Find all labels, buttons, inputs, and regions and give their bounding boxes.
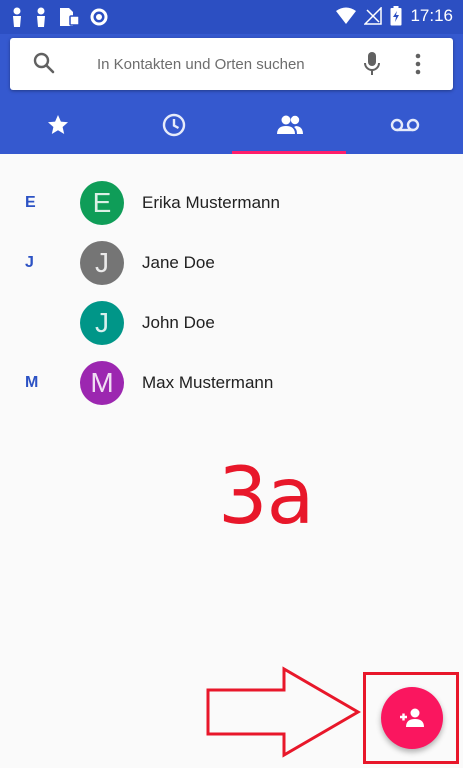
app-bar: In Kontakten und Orten suchen — [0, 34, 463, 154]
more-vert-icon[interactable] — [414, 53, 422, 75]
no-signal-icon — [364, 7, 383, 25]
section-letter: J — [25, 254, 34, 271]
sim-icon — [60, 8, 80, 26]
avatar-initial: M — [90, 367, 114, 398]
person-icon — [13, 7, 21, 27]
avatar-initial: E — [92, 187, 112, 218]
mic-icon[interactable] — [362, 51, 382, 77]
section-letter: E — [25, 194, 36, 211]
search-input[interactable]: In Kontakten und Orten suchen — [97, 56, 305, 73]
avatar[interactable]: M — [80, 361, 124, 405]
sync-icon — [90, 8, 108, 26]
avatar-initial: J — [95, 247, 109, 278]
status-bar: 17:16 — [0, 0, 463, 34]
voicemail-icon — [390, 118, 419, 132]
contact-name[interactable]: Erika Mustermann — [142, 193, 280, 213]
contacts-icon — [276, 115, 303, 134]
annotation-label: 3a — [218, 452, 314, 542]
tab-bar — [0, 96, 463, 154]
tab-recents[interactable] — [116, 96, 231, 154]
person-icon — [37, 7, 45, 27]
status-bar-left-icons — [10, 7, 108, 27]
avatar[interactable]: J — [80, 301, 124, 345]
list-item[interactable]: J John Doe — [0, 293, 463, 353]
battery-charging-icon — [390, 6, 402, 26]
annotation-arrow — [206, 666, 361, 758]
contact-name[interactable]: Jane Doe — [142, 253, 215, 273]
contact-name[interactable]: Max Mustermann — [142, 373, 273, 393]
search-icon[interactable] — [32, 51, 56, 75]
status-bar-right-icons: 17:16 — [336, 6, 453, 26]
selected-tab-indicator — [232, 151, 346, 154]
add-contact-button[interactable] — [381, 687, 443, 749]
avatar-initial: J — [95, 307, 109, 338]
search-box[interactable]: In Kontakten und Orten suchen — [10, 38, 453, 90]
list-item[interactable]: M M Max Mustermann — [0, 353, 463, 413]
star-icon — [47, 115, 68, 134]
wifi-icon — [336, 7, 357, 24]
avatar[interactable]: J — [80, 241, 124, 285]
tab-contacts[interactable] — [232, 96, 347, 154]
tab-favorites[interactable] — [0, 96, 115, 154]
clock-icon — [162, 113, 185, 137]
status-bar-time: 17:16 — [410, 6, 453, 25]
list-item[interactable]: J J Jane Doe — [0, 233, 463, 293]
avatar[interactable]: E — [80, 181, 124, 225]
list-item[interactable]: E E Erika Mustermann — [0, 173, 463, 233]
section-letter: M — [25, 374, 39, 391]
add-person-icon — [400, 708, 424, 727]
tab-voicemail[interactable] — [347, 96, 462, 154]
contact-name[interactable]: John Doe — [142, 313, 215, 333]
